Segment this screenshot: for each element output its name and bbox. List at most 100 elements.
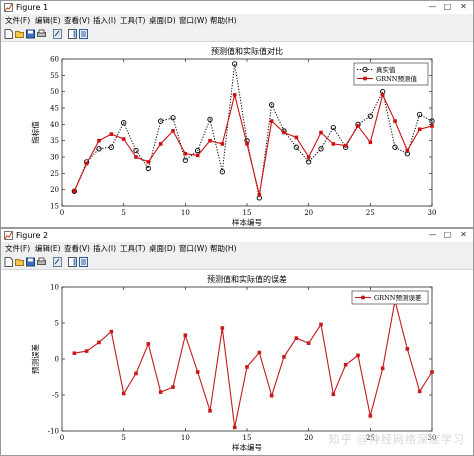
x-tick-label: 15: [243, 434, 252, 442]
data-point: [356, 124, 360, 128]
data-point: [134, 371, 138, 376]
menu-bar: 文件(F) 编辑(E) 查看(V) 插入(I) 工具(T) 桌面(D) 窗口(W…: [1, 15, 473, 27]
toolbar: [1, 27, 473, 42]
new-figure-icon[interactable]: [4, 29, 13, 39]
data-point: [257, 192, 262, 197]
menu-file[interactable]: 文件(F): [5, 16, 30, 26]
menu-view[interactable]: 查看(V): [64, 16, 90, 26]
data-point: [380, 366, 385, 371]
y-tick-label: -10: [48, 428, 59, 436]
data-point: [121, 391, 126, 396]
data-point: [405, 347, 410, 351]
y-tick-label: 55: [50, 72, 59, 80]
data-point: [158, 142, 163, 146]
save-icon[interactable]: [26, 29, 35, 39]
data-point: [393, 119, 397, 123]
x-tick-label: 0: [60, 209, 64, 217]
y-tick-label: -5: [52, 392, 59, 400]
data-point: [195, 153, 200, 158]
data-point: [380, 93, 385, 97]
menu-insert[interactable]: 插入(I): [93, 16, 116, 26]
insert-colorbar-icon[interactable]: [68, 257, 77, 267]
data-point: [430, 370, 434, 374]
close-icon[interactable]: ✕: [457, 229, 470, 241]
minimize-icon[interactable]: —: [426, 229, 439, 241]
menu-edit[interactable]: 编辑(E): [35, 244, 61, 254]
maximize-icon[interactable]: □: [441, 229, 454, 241]
edit-plot-icon[interactable]: [53, 29, 62, 39]
legend-label: GRNN预测误差: [374, 293, 422, 302]
data-point: [269, 119, 274, 123]
x-tick-label: 5: [121, 209, 125, 217]
data-point: [343, 362, 348, 367]
legend-marker: [361, 295, 365, 300]
y-tick-label: 10: [50, 284, 59, 292]
data-point: [232, 93, 237, 97]
data-point: [245, 365, 249, 369]
minimize-icon[interactable]: —: [426, 1, 439, 13]
matlab-figure-icon: [4, 3, 13, 12]
menu-tools[interactable]: 工具(T): [120, 244, 145, 254]
comparison-chart: 预测值和实际值对比样本编号 指标值 0 5 10 15 20 25 30 15 20 25 30 35 40…: [30, 46, 436, 227]
data-point: [368, 140, 373, 145]
insert-legend-icon[interactable]: [79, 257, 88, 267]
data-point: [405, 148, 410, 153]
window-title: Figure 2: [16, 231, 49, 240]
menu-view[interactable]: 查看(V): [64, 244, 90, 254]
open-file-icon[interactable]: [15, 257, 24, 267]
y-axis-label: 指标值: [30, 121, 40, 144]
y-tick-label: 20: [50, 186, 59, 194]
menu-window[interactable]: 窗口(W): [179, 16, 207, 26]
data-point: [220, 142, 225, 146]
menu-tools[interactable]: 工具(T): [120, 16, 145, 26]
data-point: [245, 142, 249, 146]
y-tick-label: 0: [55, 356, 59, 364]
data-point: [282, 355, 286, 359]
y-tick-label: 50: [50, 88, 59, 96]
print-icon[interactable]: [37, 29, 46, 39]
data-point: [84, 161, 89, 166]
new-figure-icon[interactable]: [4, 257, 13, 267]
y-tick-label: 15: [50, 203, 59, 211]
x-tick-label: 10: [181, 434, 190, 442]
y-axis-label: 预测误差: [30, 344, 40, 374]
insert-legend-icon[interactable]: [79, 29, 88, 39]
menu-edit[interactable]: 编辑(E): [35, 16, 61, 26]
chart-title: 预测值和实际值的误差: [207, 274, 287, 284]
data-point: [109, 329, 114, 334]
close-icon[interactable]: ✕: [457, 1, 470, 13]
y-tick-label: 5: [55, 320, 59, 328]
menu-desktop[interactable]: 桌面(D): [149, 16, 176, 26]
axes-box: [61, 286, 433, 432]
x-tick-label: 20: [304, 209, 313, 217]
open-file-icon[interactable]: [15, 29, 24, 39]
y-tick-label: 45: [50, 105, 59, 113]
data-point: [146, 160, 151, 164]
data-point: [294, 336, 299, 340]
data-point: [356, 353, 360, 358]
data-point: [195, 370, 200, 374]
x-tick-label: 5: [121, 434, 125, 442]
menu-window[interactable]: 窗口(W): [179, 244, 207, 254]
x-tick-label: 0: [60, 434, 64, 442]
print-icon[interactable]: [37, 257, 46, 267]
y-tick-label: 35: [50, 137, 59, 145]
data-point: [208, 409, 212, 413]
window-title: Figure 1: [16, 3, 49, 12]
data-point: [208, 138, 212, 143]
data-point: [319, 130, 323, 135]
menu-desktop[interactable]: 桌面(D): [149, 244, 176, 254]
menu-insert[interactable]: 插入(I): [93, 244, 116, 254]
data-point: [257, 350, 262, 355]
maximize-icon[interactable]: □: [441, 1, 454, 13]
menu-help[interactable]: 帮助(H): [210, 244, 237, 254]
insert-colorbar-icon[interactable]: [68, 29, 77, 39]
figure-1-window: Figure 1 — □ ✕ 文件(F) 编辑(E) 查看(V) 插入(I) 工…: [0, 0, 474, 228]
menu-file[interactable]: 文件(F): [5, 244, 30, 254]
edit-plot-icon[interactable]: [53, 257, 62, 267]
data-point: [72, 351, 77, 356]
legend-marker: [363, 76, 367, 81]
menu-help[interactable]: 帮助(H): [210, 16, 237, 26]
save-icon[interactable]: [26, 257, 35, 267]
x-axis-label: 样本编号: [232, 217, 262, 227]
